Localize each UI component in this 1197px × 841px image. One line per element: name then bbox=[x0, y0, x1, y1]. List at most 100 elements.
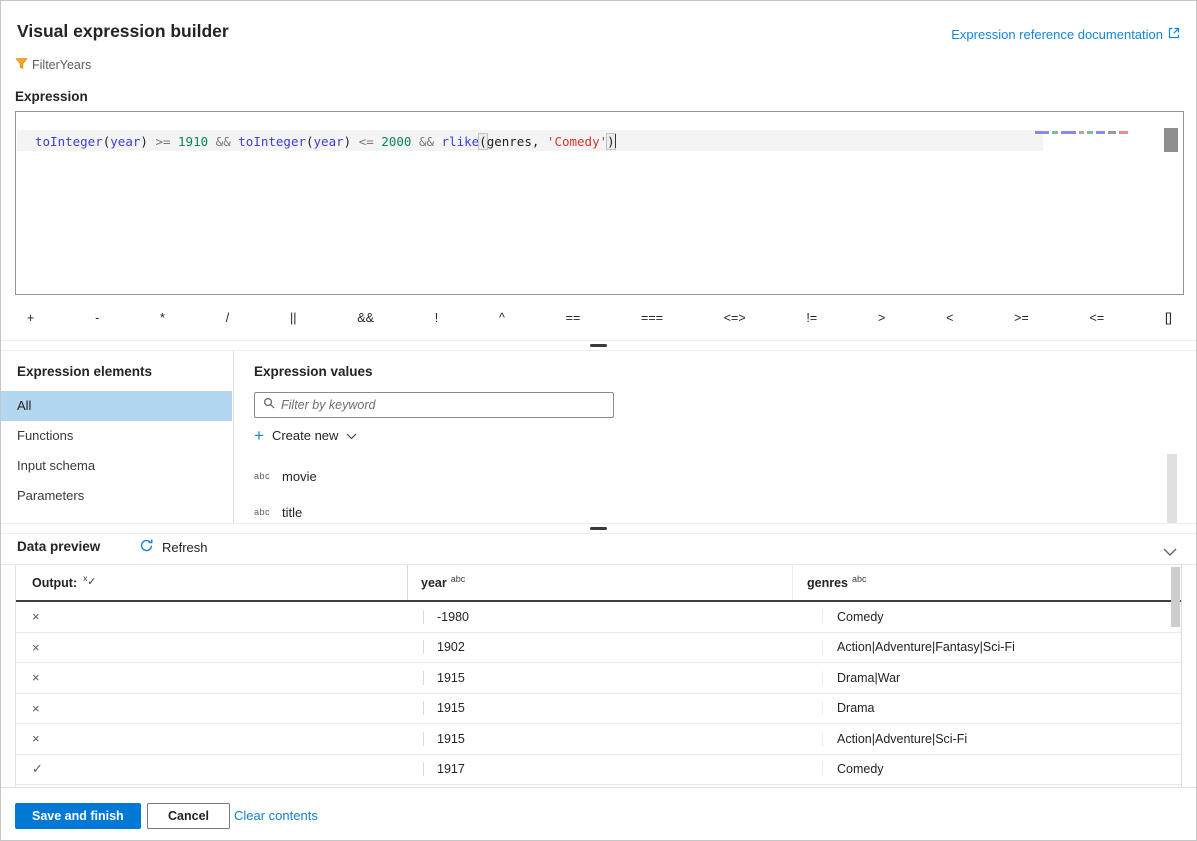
code-token: >= bbox=[155, 134, 170, 149]
expression-values-panel: Expression values + Create new abcmoviea… bbox=[235, 350, 1196, 523]
excluded-icon: × bbox=[16, 609, 423, 624]
code-token: ( bbox=[479, 134, 487, 149]
chevron-down-icon bbox=[346, 428, 357, 443]
operator-button[interactable]: + bbox=[23, 309, 38, 327]
genres-cell: Drama|War bbox=[822, 671, 1181, 685]
operator-button[interactable]: [] bbox=[1161, 309, 1176, 327]
data-preview-header: Data preview Refresh bbox=[1, 532, 1196, 565]
excluded-icon: × bbox=[16, 640, 423, 655]
expression-panels: Expression elements AllFunctionsInput sc… bbox=[1, 350, 1196, 523]
element-category-input-schema[interactable]: Input schema bbox=[1, 451, 232, 481]
splitter-handle[interactable] bbox=[590, 344, 607, 347]
abc-type-icon: abc bbox=[254, 471, 270, 481]
expression-section-label: Expression bbox=[15, 89, 88, 104]
clear-contents-link[interactable]: Clear contents bbox=[234, 808, 318, 823]
code-token: toInteger bbox=[35, 134, 103, 149]
year-cell: 1902 bbox=[423, 640, 822, 654]
transformation-name: FilterYears bbox=[32, 58, 91, 72]
table-row: ×1902Action|Adventure|Fantasy|Sci-Fi bbox=[16, 633, 1181, 664]
genres-cell: Comedy bbox=[822, 762, 1181, 776]
code-token: year bbox=[314, 134, 344, 149]
code-token bbox=[411, 134, 419, 149]
operator-button[interactable]: ^ bbox=[495, 309, 509, 327]
operator-button[interactable]: - bbox=[91, 309, 103, 327]
code-token: && bbox=[216, 134, 231, 149]
expression-code-editor[interactable]: toInteger(year) >= 1910 && toInteger(yea… bbox=[15, 111, 1184, 295]
year-cell: 1917 bbox=[423, 762, 822, 776]
code-line: toInteger(year) >= 1910 && toInteger(yea… bbox=[35, 134, 616, 149]
genres-cell: Action|Adventure|Sci-Fi bbox=[822, 732, 1181, 746]
transformation-breadcrumb: FilterYears bbox=[15, 57, 91, 73]
text-cursor bbox=[615, 134, 616, 148]
genres-column-label: genres bbox=[807, 576, 848, 590]
editor-scrollbar-thumb[interactable] bbox=[1164, 128, 1178, 152]
elements-panel-title: Expression elements bbox=[17, 364, 152, 379]
cancel-button[interactable]: Cancel bbox=[147, 803, 230, 829]
year-cell: 1915 bbox=[423, 701, 822, 715]
element-category-parameters[interactable]: Parameters bbox=[1, 481, 232, 511]
code-token: <= bbox=[359, 134, 374, 149]
element-category-all[interactable]: All bbox=[1, 391, 232, 421]
code-token: 2000 bbox=[381, 134, 411, 149]
doc-link-label: Expression reference documentation bbox=[951, 27, 1163, 42]
value-item-label: movie bbox=[282, 469, 317, 484]
operator-button[interactable]: >= bbox=[1010, 309, 1033, 327]
code-token: toInteger bbox=[238, 134, 306, 149]
operator-button[interactable]: && bbox=[353, 309, 378, 327]
code-token: ( bbox=[306, 134, 314, 149]
code-token: year bbox=[110, 134, 140, 149]
table-row: ✓1917Comedy bbox=[16, 755, 1181, 786]
filter-search-box[interactable] bbox=[254, 392, 614, 418]
operator-button[interactable]: === bbox=[637, 309, 667, 327]
table-row: ×1915Action|Adventure|Sci-Fi bbox=[16, 724, 1181, 755]
code-token: ) bbox=[607, 134, 615, 149]
code-token bbox=[208, 134, 216, 149]
refresh-button[interactable]: Refresh bbox=[139, 538, 208, 556]
editor-minimap[interactable] bbox=[1035, 129, 1128, 135]
abc-type-icon: abc bbox=[254, 507, 270, 517]
operator-button[interactable]: || bbox=[286, 309, 301, 327]
x-check-icon: x ✓ bbox=[83, 576, 99, 590]
filter-keyword-input[interactable] bbox=[279, 397, 613, 413]
operator-button[interactable]: < bbox=[942, 309, 957, 327]
search-icon bbox=[255, 396, 279, 414]
code-token: 'Comedy' bbox=[547, 134, 607, 149]
splitter-handle[interactable] bbox=[590, 527, 607, 530]
element-category-functions[interactable]: Functions bbox=[1, 421, 232, 451]
expression-reference-doc-link[interactable]: Expression reference documentation bbox=[951, 27, 1180, 42]
collapse-preview-chevron-down-icon[interactable] bbox=[1163, 543, 1177, 561]
code-token bbox=[171, 134, 179, 149]
genres-cell: Drama bbox=[822, 701, 1181, 715]
excluded-icon: × bbox=[16, 670, 423, 685]
operator-button[interactable]: == bbox=[562, 309, 585, 327]
table-row: ×-1980Comedy bbox=[16, 602, 1181, 633]
save-and-finish-button[interactable]: Save and finish bbox=[15, 803, 141, 829]
visual-expression-builder-dialog: Visual expression builder Expression ref… bbox=[0, 0, 1197, 841]
elements-category-list: AllFunctionsInput schemaParameters bbox=[1, 391, 232, 511]
operator-bar: +-*/||&&!^=====<=>!=><>=<=[] bbox=[1, 296, 1196, 340]
create-new-button[interactable]: + Create new bbox=[254, 428, 357, 443]
values-scrollbar-thumb[interactable] bbox=[1167, 454, 1177, 524]
operator-button[interactable]: > bbox=[874, 309, 889, 327]
excluded-icon: × bbox=[16, 701, 423, 716]
values-panel-title: Expression values bbox=[254, 364, 373, 379]
operator-button[interactable]: ! bbox=[431, 309, 442, 327]
year-column-label: year bbox=[421, 576, 447, 590]
column-header-output: Output: x ✓ bbox=[16, 565, 407, 600]
expression-elements-panel: Expression elements AllFunctionsInput sc… bbox=[1, 350, 234, 523]
year-cell: 1915 bbox=[423, 732, 822, 746]
value-item-movie[interactable]: abc movie bbox=[254, 458, 1156, 494]
plus-icon: + bbox=[254, 429, 264, 443]
operator-button[interactable]: * bbox=[156, 309, 169, 327]
operator-button[interactable]: / bbox=[222, 309, 233, 327]
value-item-label: title bbox=[282, 505, 302, 520]
table-row: ×1915Drama bbox=[16, 694, 1181, 725]
refresh-label: Refresh bbox=[162, 540, 208, 555]
operator-button[interactable]: <=> bbox=[720, 309, 750, 327]
excluded-icon: × bbox=[16, 731, 423, 746]
table-scrollbar-thumb[interactable] bbox=[1171, 567, 1180, 627]
operator-button[interactable]: <= bbox=[1086, 309, 1109, 327]
operator-button[interactable]: != bbox=[802, 309, 821, 327]
year-cell: 1915 bbox=[423, 671, 822, 685]
code-token: genres bbox=[487, 134, 532, 149]
